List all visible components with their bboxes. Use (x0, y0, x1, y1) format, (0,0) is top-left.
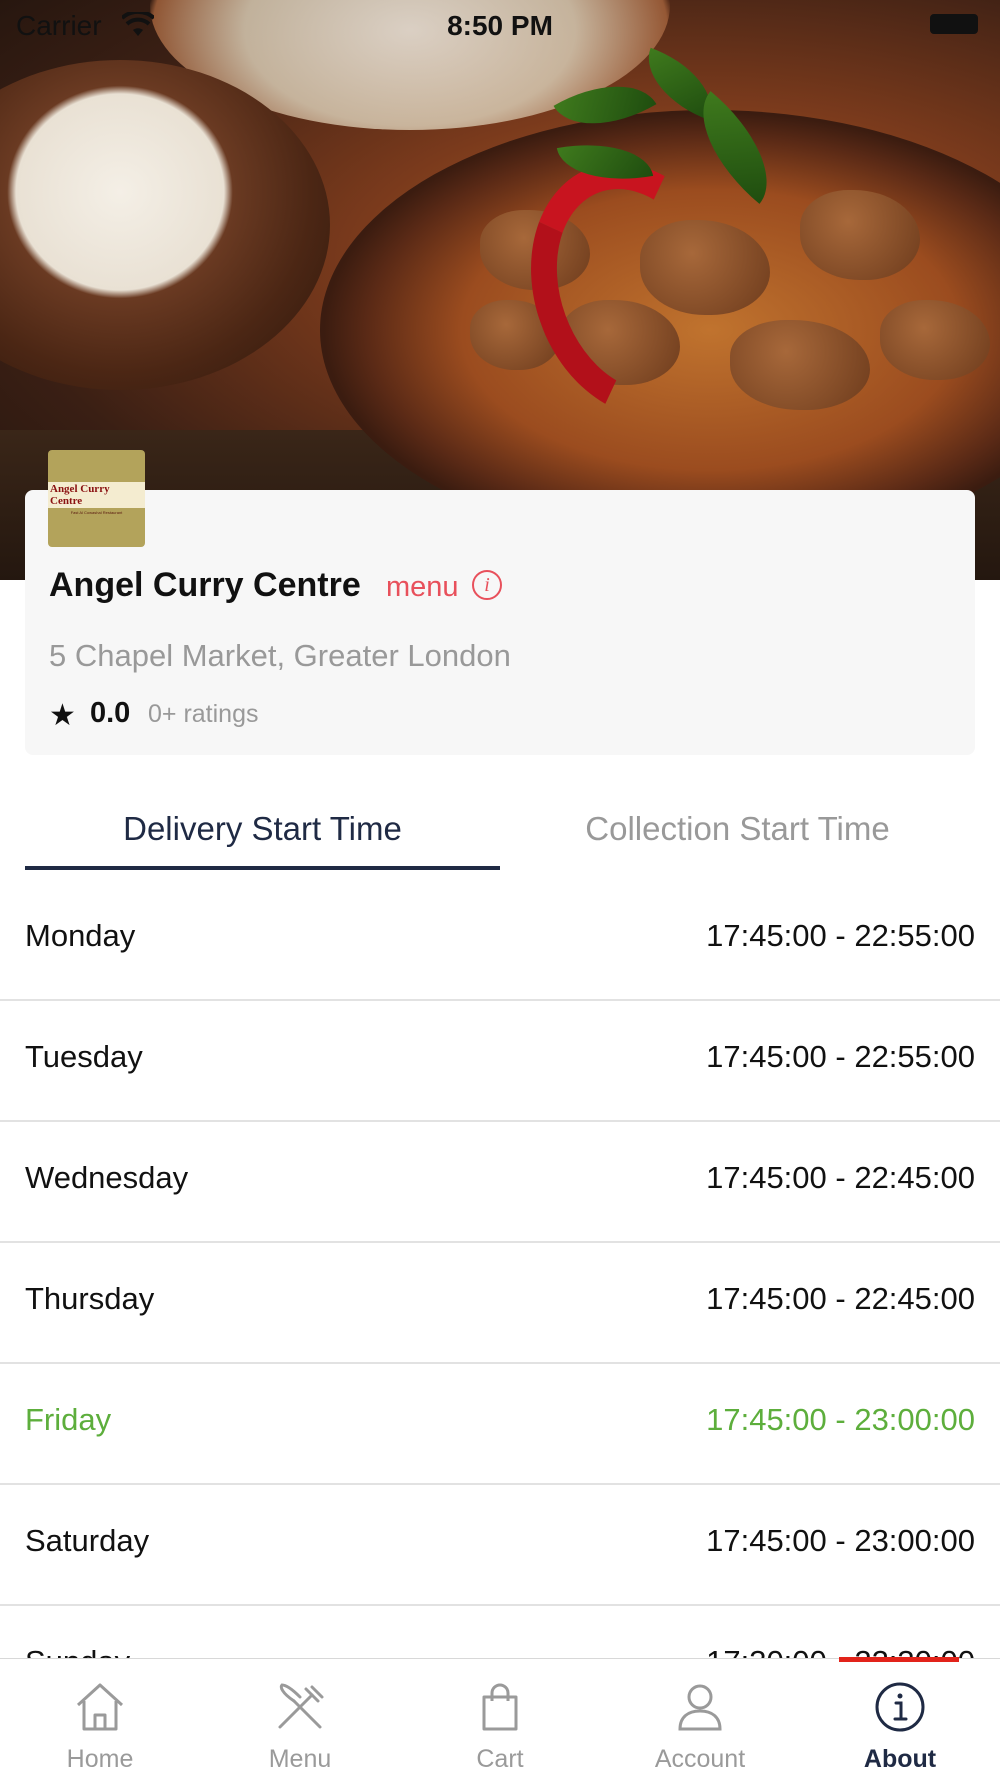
menu-link[interactable]: menu (386, 571, 459, 604)
restaurant-logo: Angel Curry Centre Fast Al Cowashal Rest… (48, 450, 145, 547)
day-label: Tuesday (25, 1039, 143, 1074)
status-bar: Carrier 8:50 PM (0, 0, 1000, 50)
hours-label: 17:45:00 - 23:00:00 (706, 1402, 975, 1437)
schedule-row-friday: Friday 17:45:00 - 23:00:00 (0, 1364, 1000, 1485)
hours-label: 17:45:00 - 22:55:00 (706, 918, 975, 953)
schedule-row-tuesday: Tuesday 17:45:00 - 22:55:00 (0, 1001, 1000, 1122)
bottom-tab-bar: Home Menu Cart Account About (0, 1658, 1000, 1778)
active-tab-indicator (839, 1657, 959, 1662)
nav-label: Cart (476, 1745, 524, 1773)
nav-home[interactable]: Home (0, 1659, 200, 1778)
user-icon (678, 1684, 722, 1731)
ratings-count: 0+ ratings (148, 700, 259, 728)
nav-account[interactable]: Account (600, 1659, 800, 1778)
day-label: Thursday (25, 1281, 155, 1316)
nav-menu[interactable]: Menu (200, 1659, 400, 1778)
shopping-bag-icon (482, 1683, 518, 1731)
fork-knife-icon (278, 1683, 324, 1729)
nav-label: Home (66, 1745, 134, 1773)
schedule-row-wednesday: Wednesday 17:45:00 - 22:45:00 (0, 1122, 1000, 1243)
status-time: 8:50 PM (447, 10, 553, 41)
nav-label: Menu (268, 1745, 332, 1773)
schedule-row-saturday: Saturday 17:45:00 - 23:00:00 (0, 1485, 1000, 1606)
info-icon[interactable]: i (472, 570, 502, 600)
day-label: Friday (25, 1402, 112, 1437)
star-icon: ★ (49, 699, 76, 732)
nav-about[interactable]: About (800, 1659, 1000, 1778)
hours-label: 17:45:00 - 22:45:00 (706, 1281, 975, 1316)
day-label: Wednesday (25, 1160, 189, 1195)
battery-icon (930, 14, 978, 34)
schedule-row-thursday: Thursday 17:45:00 - 22:45:00 (0, 1243, 1000, 1364)
home-icon (76, 1683, 124, 1731)
hours-label: 17:45:00 - 23:00:00 (706, 1523, 975, 1558)
restaurant-name: Angel Curry Centre (49, 566, 361, 604)
info-circle-icon (875, 1682, 925, 1732)
nav-label: Account (654, 1745, 746, 1773)
schedule-row-monday: Monday 17:45:00 - 22:55:00 (0, 880, 1000, 1001)
rating-value: 0.0 (90, 697, 131, 729)
day-label: Saturday (25, 1523, 150, 1558)
tab-collection-start-time[interactable]: Collection Start Time (500, 810, 975, 870)
hours-label: 17:45:00 - 22:45:00 (706, 1160, 975, 1195)
nav-label: About (863, 1745, 937, 1773)
tab-delivery-start-time[interactable]: Delivery Start Time (25, 810, 500, 870)
hours-label: 17:45:00 - 22:55:00 (706, 1039, 975, 1074)
restaurant-address: 5 Chapel Market, Greater London (49, 638, 511, 673)
nav-cart[interactable]: Cart (400, 1659, 600, 1778)
day-label: Monday (25, 918, 136, 953)
